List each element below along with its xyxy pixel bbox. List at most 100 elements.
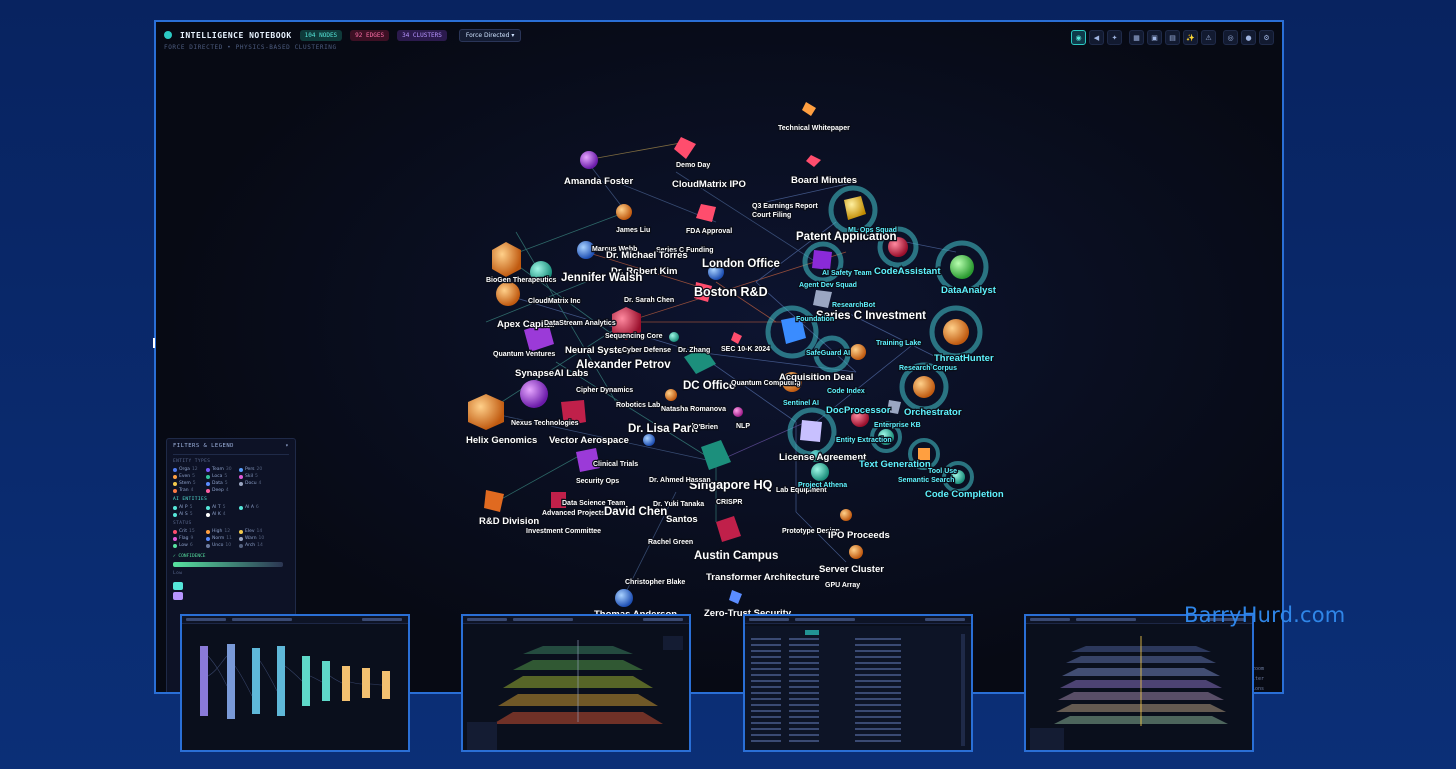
label-cloudmatrix-ipo: CloudMatrix IPO [672,179,746,190]
ai-node-dataanalyst[interactable] [950,255,974,279]
ai-entities-heading: AI ENTITIES [173,497,208,502]
cluster-swatches [173,582,289,600]
node-biogen[interactable] [492,242,521,277]
label-santos: Santos [666,514,698,525]
ai-node-orchestrator[interactable] [913,376,935,398]
node-natasha[interactable] [665,389,677,401]
node-nexus[interactable] [520,380,548,408]
node-james-liu[interactable] [616,204,632,220]
node-clinical-trials[interactable] [576,448,600,472]
label-biogen: BioGen Therapeutics [486,277,557,284]
ai-node-agent-dev[interactable] [812,250,832,270]
node-austin-campus[interactable] [716,516,741,542]
label-rd-division: R&D Division [479,516,539,527]
node-zero-trust[interactable] [729,590,742,604]
confidence-slider[interactable] [173,562,283,567]
label-datastream: DataStream Analytics [544,320,616,327]
label-quantum-ventures: Quantum Ventures [493,351,555,358]
ai-filter-chip[interactable]: AI K4 [206,512,234,517]
label-research-corpus: Research Corpus [899,365,957,372]
cluster-swatch[interactable] [173,582,183,590]
status-filter-chip[interactable]: Arch 14 [239,543,267,548]
table-view-preview [745,626,971,750]
status-filter-chip[interactable]: Flag 9 [173,536,201,541]
node-amanda-foster[interactable] [580,151,598,169]
chevron-down-icon[interactable]: ▾ [285,443,289,449]
node-sec-10k[interactable] [731,332,742,344]
ai-node-training-lake[interactable] [850,344,866,360]
label-entity-extraction: Entity Extraction [836,437,892,444]
label-dataanalyst: DataAnalyst [941,285,997,296]
thumbnail-stacked-view[interactable] [1024,614,1254,752]
node-technical-whitepaper[interactable] [802,102,816,116]
thumbnail-layered-view[interactable] [461,614,691,752]
label-security-ops: Security Ops [576,478,619,485]
entity-filter-chip[interactable]: Tran 4 [173,488,201,493]
label-court-filing: Court Filing [752,212,791,219]
entity-filter-chip[interactable]: Loca 5 [206,474,234,479]
node-dr-zhang[interactable] [669,332,679,342]
label-jennifer-walsh: Jennifer Walsh [561,272,642,284]
entity-filter-chip[interactable]: Team 30 [206,467,234,472]
ai-node-project-athena[interactable] [811,463,829,481]
status-filter-chip[interactable]: Unco 10 [206,543,234,548]
ai-filter-chip[interactable]: AI P5 [173,505,201,510]
cluster-swatch[interactable] [173,592,183,600]
status-filter-chip[interactable]: Norm 11 [206,536,234,541]
entity-filter-chip[interactable]: Orga 12 [173,467,201,472]
entity-filter-chip[interactable]: Pers 20 [239,467,267,472]
filters-header[interactable]: FILTERS & LEGEND ▾ [173,443,289,455]
label-vector-aerospace: Vector Aerospace [549,435,629,446]
status-filter-chip[interactable]: Warn 10 [239,536,267,541]
entity-filter-chip[interactable]: Docu 4 [239,481,267,486]
entity-filter-chip[interactable]: Data 5 [206,481,234,486]
label-demo-day: Demo Day [676,162,710,169]
ai-filter-chip[interactable]: AI A6 [239,505,267,510]
label-dr-yuki: Dr. Yuki Tanaka [653,501,704,508]
thumbnail-flow-view[interactable] [180,614,410,752]
node-apex-capital[interactable] [496,282,520,306]
entity-filter-chip[interactable]: Even 5 [173,474,201,479]
ai-node-threathunter[interactable] [943,319,969,345]
entity-filter-chip[interactable]: Deep 4 [206,488,234,493]
layered-view-preview [467,636,683,750]
node-nlp[interactable] [733,407,743,417]
ai-filter-chip[interactable]: AI S5 [173,512,201,517]
entity-filter-chip[interactable]: Stem 5 [173,481,201,486]
ai-node-license[interactable] [800,420,822,442]
node-board-minutes[interactable] [806,155,821,167]
ai-node-foundation[interactable] [813,290,832,308]
label-dr-ahmed: Dr. Ahmed Hassan [649,477,711,484]
thumbnail-table-view[interactable] [743,614,973,752]
node-helix-genomics[interactable] [468,394,504,430]
label-cloudmatrix-inc: CloudMatrix Inc [528,298,581,305]
label-researchbot: ResearchBot [832,302,876,309]
flow-view-preview [200,644,390,719]
entity-filter-chip[interactable]: Skil 5 [239,474,267,479]
node-server-cluster[interactable] [849,545,863,559]
label-alexander-petrov: Alexander Petrov [576,359,671,371]
graph-canvas[interactable]: Technical Whitepaper Demo Day Amanda Fos… [156,22,1284,694]
node-labels: Technical Whitepaper Demo Day Amanda Fos… [465,124,1005,622]
ai-filter-chip[interactable]: AI T5 [206,505,234,510]
node-demo-day[interactable] [674,137,696,159]
ai-node-ml-ops[interactable] [844,196,866,220]
node-rd-division[interactable] [484,490,504,512]
node-prototype[interactable] [840,509,852,521]
status-filter-chip[interactable]: Elev 14 [239,529,267,534]
entity-types-list: Orga 12 Team 30 Pers 20 Even 5 Loca 5 Skil 5 S… [173,467,289,493]
node-dr-lisa-park[interactable] [643,434,655,446]
label-dr-zhang: Dr. Zhang [678,347,710,354]
label-threathunter: ThreatHunter [934,353,994,364]
label-robotics-lab: Robotics Lab [616,402,660,409]
status-filter-chip[interactable]: Crit 15 [173,529,201,534]
label-obrien: O'Brien [693,424,718,431]
node-singapore-hq[interactable] [701,440,731,470]
entity-types-heading: ENTITY TYPES [173,459,211,464]
node-fda-approval[interactable] [696,204,716,222]
node-thomas-anderson[interactable] [615,589,633,607]
status-filter-chip[interactable]: High 12 [206,529,234,534]
status-filter-chip[interactable]: Low 6 [173,543,201,548]
label-sequencing-core: Sequencing Core [605,333,663,340]
confidence-low-label: Low [173,571,183,576]
